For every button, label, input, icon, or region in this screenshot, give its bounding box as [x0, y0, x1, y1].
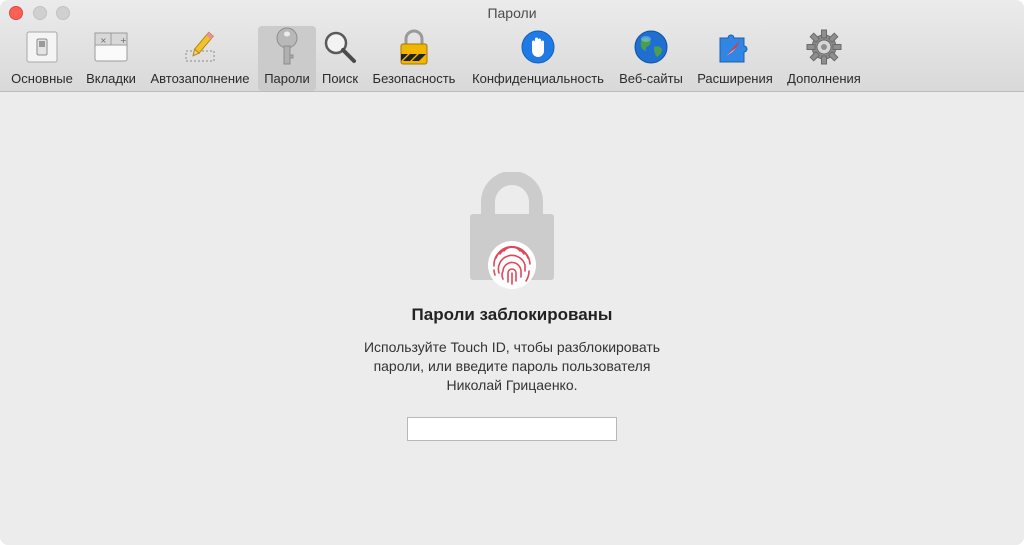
tab-security-label: Безопасность	[372, 71, 456, 86]
locked-description-line-2: пароли, или введите пароль пользователя	[373, 358, 651, 374]
padlock-icon	[394, 27, 434, 67]
tab-extensions-label: Расширения	[697, 71, 773, 86]
hand-icon	[518, 27, 558, 67]
general-switch-icon	[22, 27, 62, 67]
svg-text:+: +	[120, 36, 127, 45]
tab-websites[interactable]: Веб-сайты	[614, 26, 688, 91]
tab-passwords[interactable]: Пароли	[258, 26, 316, 91]
tab-autofill[interactable]: Автозаполнение	[146, 26, 254, 91]
globe-icon	[631, 27, 671, 67]
locked-description: Используйте Touch ID, чтобы разблокирова…	[312, 338, 712, 395]
puzzle-compass-icon	[715, 27, 755, 67]
tab-tabs-label: Вкладки	[86, 71, 136, 86]
locked-description-line-3: Николай Грицаенко.	[446, 377, 578, 393]
tab-tabs[interactable]: × + Вкладки	[82, 26, 140, 91]
locked-padlock-icon	[466, 171, 558, 292]
tab-autofill-label: Автозаполнение	[150, 71, 250, 86]
tab-search[interactable]: Поиск	[318, 26, 362, 91]
tab-websites-label: Веб-сайты	[619, 71, 683, 86]
tab-advanced-label: Дополнения	[787, 71, 861, 86]
password-input[interactable]	[407, 417, 617, 441]
key-icon	[267, 27, 307, 67]
gear-icon	[804, 27, 844, 67]
preferences-window: Пароли Основные × + Вкладки Автозаполнен…	[0, 0, 1024, 545]
svg-text:×: ×	[100, 36, 107, 45]
tabs-window-icon: × +	[91, 27, 131, 67]
tab-general-label: Основные	[11, 71, 73, 86]
magnifier-icon	[320, 27, 360, 67]
tab-security[interactable]: Безопасность	[368, 26, 460, 91]
window-title: Пароли	[487, 5, 537, 21]
tab-privacy-label: Конфиденциальность	[472, 71, 604, 86]
pencil-icon	[180, 27, 220, 67]
tab-extensions[interactable]: Расширения	[692, 26, 778, 91]
locked-heading: Пароли заблокированы	[411, 305, 613, 324]
tab-search-label: Поиск	[321, 71, 359, 86]
tab-privacy[interactable]: Конфиденциальность	[466, 26, 610, 91]
touch-id-fingerprint-icon	[488, 241, 536, 289]
locked-description-line-1: Используйте Touch ID, чтобы разблокирова…	[363, 339, 661, 355]
tab-passwords-label: Пароли	[264, 71, 310, 86]
tab-general[interactable]: Основные	[6, 26, 78, 91]
tab-advanced[interactable]: Дополнения	[782, 26, 866, 91]
titlebar-toolbar: Пароли Основные × + Вкладки Автозаполнен…	[0, 0, 1024, 92]
